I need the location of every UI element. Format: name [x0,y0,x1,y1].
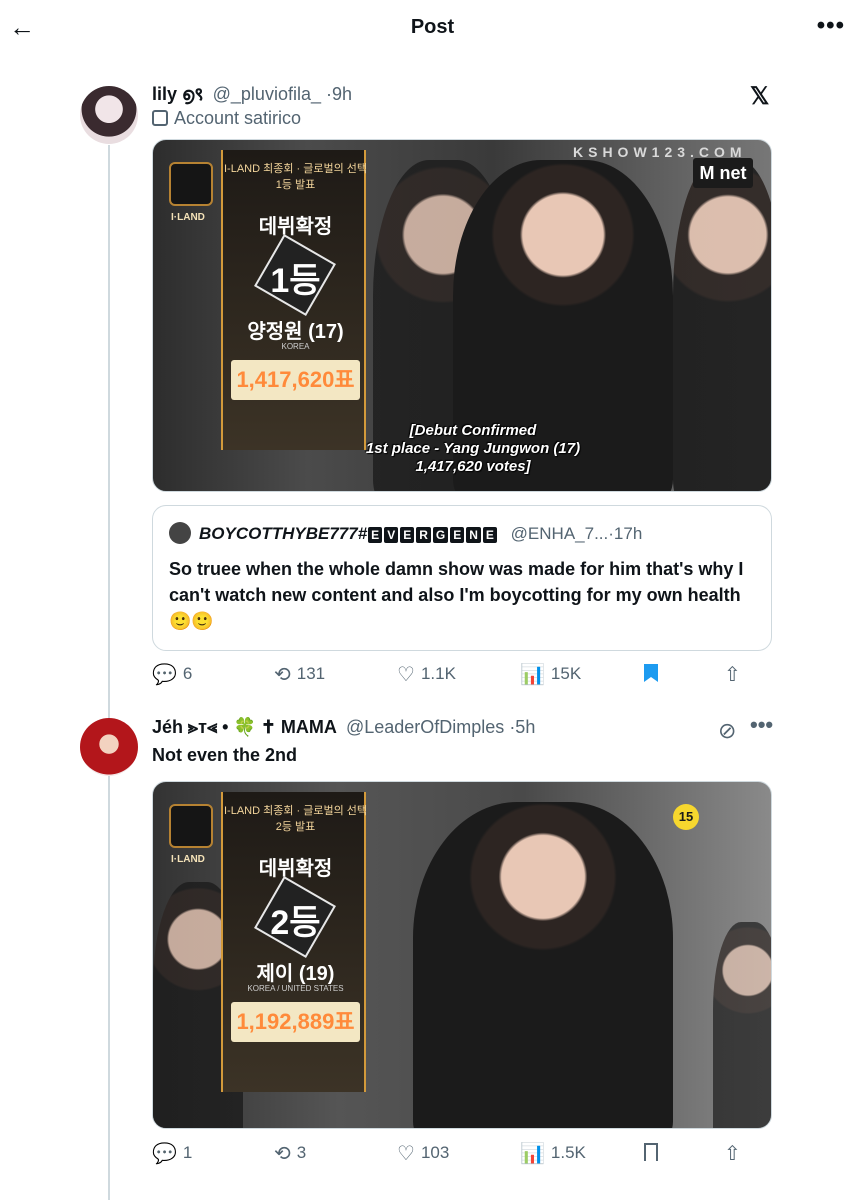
rank-caption: I-LAND 최종회 · 글로벌의 선택 2등 발표 [223,805,368,833]
bookmark-button[interactable] [644,1138,658,1168]
vote-count: 1,417,620표 [231,360,360,400]
grok-icon[interactable]: ⊘ [718,718,736,744]
reply-count: 6 [182,664,193,683]
post-text: Not even the 2nd [152,745,298,765]
person-figure [713,922,771,1128]
name-badge: E [400,527,415,543]
reply-count: 1 [182,1143,193,1162]
age-rating-badge: 15 [673,804,699,830]
post-time[interactable]: ·5h [509,717,535,737]
reply-icon: 💬 [152,1143,177,1165]
heart-icon: ♡ [397,1143,415,1165]
contestant-name: 제이 (19) [256,963,335,985]
mask-icon [152,110,168,126]
views-button[interactable]: 📊 1.5K [520,1138,586,1168]
iland-logo-icon [169,162,213,206]
quote-header: BOYCOTTHYBE777# E V E R G E N E @ENHA_7...·17h [199,524,642,544]
bar-chart-icon: 📊 [520,1143,545,1165]
author-handle[interactable]: @LeaderOfDimples [346,717,504,737]
quote-text: So truee when the whole damn show was ma… [169,559,744,631]
quote-author-name: BOYCOTTHYBE777# [199,524,368,543]
account-label-text: Account satirico [174,108,302,128]
bookmark-icon [644,1143,658,1161]
like-button[interactable]: ♡ 103 [397,1138,449,1168]
subtitle-line: 1,417,620 votes] [415,458,531,475]
rank-heading: 데뷔확정 [258,216,333,238]
reply-icon: 💬 [152,664,177,686]
rank-number: 2등 [270,904,321,942]
name-badge: N [466,527,481,543]
repost-count: 131 [296,664,326,683]
repost-icon: ⟲ [274,1143,291,1165]
rank-graphic: I-LAND 최종회 · 글로벌의 선택 2등 발표 데뷔확정 2등 제이 (1… [221,792,368,1092]
reply-button[interactable]: 💬 6 [152,659,192,689]
quote-avatar [169,522,191,544]
rank-number: 1등 [270,262,321,300]
post-time[interactable]: ·9h [326,84,352,104]
account-label: Account satirico [152,108,301,129]
quote-time: ·17h [608,524,643,543]
share-icon: ⇧ [724,664,741,686]
top-bar: ← Post ••• [0,0,865,56]
rank-heading: 데뷔확정 [258,858,333,880]
avatar[interactable] [80,86,138,144]
thread-connector-line [108,145,110,1200]
person-figure [413,802,673,1128]
reply-button[interactable]: 💬 1 [152,1138,192,1168]
action-bar: 💬 6 ⟲ 131 ♡ 1.1K 📊 15K ⇧ [152,659,772,689]
author-name[interactable]: Jéh ⪢ᴛ⪡ • 🍀 ✝ MAMA [152,717,337,737]
bookmark-button[interactable] [644,659,658,689]
contestant-name: 양정원 (17) [247,321,344,343]
post-header: lily ൭९ @_pluviofila_ ·9h [152,82,352,106]
repost-button[interactable]: ⟲ 131 [274,659,325,689]
quoted-post[interactable]: BOYCOTTHYBE777# E V E R G E N E @ENHA_7...·17h S… [152,505,772,651]
name-badge: E [368,527,383,543]
name-badge: E [450,527,465,543]
avatar[interactable] [80,718,138,776]
author-handle[interactable]: @_pluviofila_ [213,84,321,104]
bar-chart-icon: 📊 [520,664,545,686]
x-logo-icon: 𝕏 [750,83,770,110]
rank-caption: I-LAND 최종회 · 글로벌의 선택 1등 발표 [223,163,368,191]
views-button[interactable]: 📊 15K [520,659,581,689]
vote-count: 1,192,889표 [231,1002,360,1042]
rank-graphic: I-LAND 최종회 · 글로벌의 선택 1등 발표 데뷔확정 1등 양정원 (… [221,150,368,450]
share-button[interactable]: ⇧ [724,659,747,689]
repost-count: 3 [296,1143,307,1162]
share-button[interactable]: ⇧ [724,1138,747,1168]
brand-label: I·LAND [171,212,205,223]
person-figure [673,160,771,491]
name-badge: G [432,527,449,543]
more-options-icon[interactable]: ••• [750,712,773,738]
more-options-icon[interactable]: ••• [817,12,845,40]
post-media-image[interactable]: I-LAND 최종회 · 글로벌의 선택 1등 발표 데뷔확정 1등 양정원 (… [152,139,772,492]
post-header: Jéh ⪢ᴛ⪡ • 🍀 ✝ MAMA @LeaderOfDimples ·5h [152,717,535,741]
contestant-country: KOREA / UNITED STATES [247,984,344,993]
page-title: Post [410,16,455,38]
share-icon: ⇧ [724,1143,741,1165]
post-media-image[interactable]: I-LAND 최종회 · 글로벌의 선택 2등 발표 데뷔확정 2등 제이 (1… [152,781,772,1129]
iland-logo-icon [169,804,213,848]
subtitle-line: [Debut Confirmed [409,422,537,439]
view-count: 1.5K [550,1143,586,1162]
action-bar: 💬 1 ⟲ 3 ♡ 103 📊 1.5K ⇧ [152,1138,772,1168]
view-count: 15K [550,664,582,683]
name-badge: R [416,527,431,543]
name-badge: V [384,527,399,543]
subtitles: [Debut Confirmed 1st place - Yang Jungwo… [323,422,623,476]
heart-icon: ♡ [397,664,415,686]
network-logo: M net [693,158,753,188]
like-count: 103 [420,1143,450,1162]
author-name[interactable]: lily ൭९ [152,84,204,104]
subtitle-line: 1st place - Yang Jungwon (17) [365,440,581,457]
contestant-country: KOREA [281,342,310,351]
repost-button[interactable]: ⟲ 3 [274,1138,306,1168]
quote-author-handle: @ENHA_7... [510,524,609,543]
repost-icon: ⟲ [274,664,291,686]
like-count: 1.1K [420,664,456,683]
bookmark-filled-icon [644,664,658,682]
brand-label: I·LAND [171,854,205,865]
like-button[interactable]: ♡ 1.1K [397,659,456,689]
name-badge: E [482,527,497,543]
